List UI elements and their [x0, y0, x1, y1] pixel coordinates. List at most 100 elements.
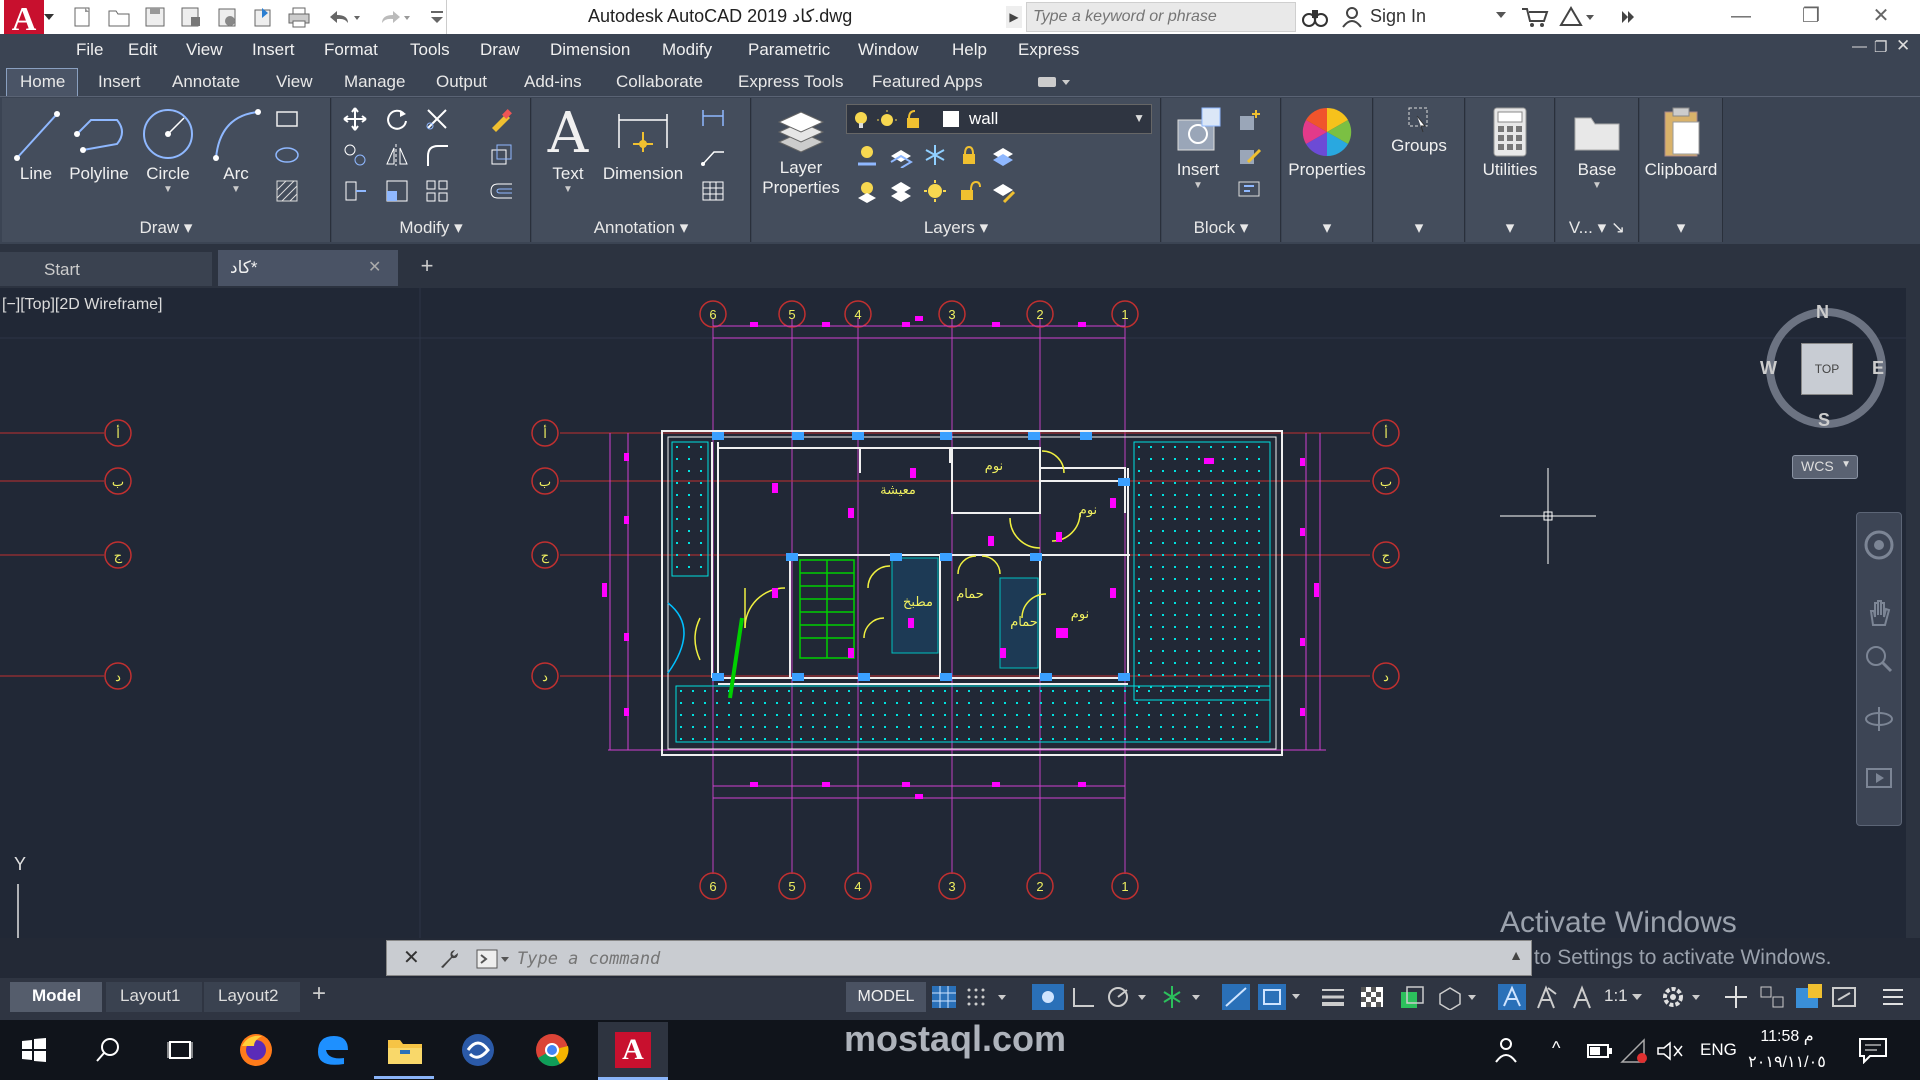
menu-modify[interactable]: Modify — [662, 40, 712, 60]
command-input[interactable] — [515, 945, 1479, 973]
ribbon-state-icon[interactable] — [1036, 74, 1072, 95]
chevron-down-icon[interactable]: ▾ — [1374, 218, 1464, 238]
menu-view[interactable]: View — [186, 40, 223, 60]
attribute-icon[interactable] — [1236, 176, 1262, 202]
play-icon[interactable]: ▶ — [1006, 6, 1022, 28]
close-window-button[interactable]: ✕ — [1846, 0, 1916, 34]
menu-insert[interactable]: Insert — [252, 40, 295, 60]
infer-constraints-icon[interactable] — [1030, 982, 1066, 1017]
tab-view[interactable]: View — [276, 72, 313, 92]
workspace-gear-icon[interactable] — [1660, 984, 1708, 1015]
sign-in-link[interactable]: Sign In — [1370, 6, 1426, 27]
selection-cycling-icon[interactable] — [1398, 984, 1426, 1015]
menu-window[interactable]: Window — [858, 40, 918, 60]
layer-off-icon[interactable] — [854, 142, 880, 168]
fillet-icon[interactable] — [424, 142, 450, 168]
drawing-tab[interactable]: كاد* ✕ — [218, 250, 398, 286]
battery-icon[interactable] — [1586, 1042, 1614, 1065]
zoom-extents-icon[interactable] — [1863, 643, 1895, 675]
layout-tab-layout2[interactable]: Layout2 — [204, 982, 300, 1012]
polar-tracking-icon[interactable] — [1106, 984, 1154, 1015]
move-icon[interactable] — [342, 106, 368, 132]
explode-icon[interactable] — [488, 142, 514, 168]
chrome-icon[interactable] — [534, 1032, 570, 1073]
plot-icon[interactable] — [286, 4, 312, 30]
viewcube-top-face[interactable]: TOP — [1801, 343, 1853, 395]
auto-scale-icon[interactable] — [1532, 984, 1560, 1015]
insert-block-tool[interactable]: Insert ▼ — [1166, 104, 1230, 191]
lineweight-icon[interactable] — [1318, 984, 1348, 1015]
new-tab-button[interactable]: + — [412, 252, 442, 282]
layer-isolate-icon[interactable] — [888, 142, 914, 168]
network-icon[interactable] — [1620, 1038, 1648, 1069]
windows-start-icon[interactable] — [20, 1036, 48, 1069]
ellipse-icon[interactable] — [274, 142, 300, 168]
drawing-minimize-icon[interactable]: — — [1852, 38, 1867, 55]
input-language[interactable]: ENG — [1700, 1040, 1737, 1060]
autocad-taskbar-button[interactable]: A — [598, 1022, 668, 1080]
arc-tool[interactable]: Arc ▼ — [206, 104, 266, 195]
cart-icon[interactable] — [1520, 5, 1550, 34]
new-file-icon[interactable] — [70, 4, 96, 30]
layer-match-icon[interactable] — [990, 178, 1016, 204]
volume-muted-icon[interactable] — [1656, 1040, 1684, 1067]
compass-south[interactable]: S — [1818, 410, 1830, 431]
hatch-icon[interactable] — [274, 178, 300, 204]
start-tab[interactable]: Start — [0, 252, 212, 286]
annotation-scale-value[interactable]: 1:1 — [1604, 986, 1628, 1006]
clipboard-tool[interactable]: Clipboard — [1640, 104, 1722, 180]
rectangle-icon[interactable] — [274, 106, 300, 132]
annotation-scale-icon[interactable] — [1568, 984, 1596, 1015]
chevron-down-icon[interactable]: ▼ — [136, 184, 200, 195]
leader-icon[interactable] — [700, 142, 726, 168]
properties-tool[interactable]: Properties — [1282, 104, 1372, 180]
menu-format[interactable]: Format — [324, 40, 378, 60]
restore-window-button[interactable]: ❐ — [1776, 0, 1846, 34]
ortho-mode-icon[interactable] — [1070, 984, 1098, 1015]
layers-panel-title[interactable]: Layers ▾ — [752, 218, 1160, 238]
orbit-icon[interactable] — [1863, 703, 1895, 735]
linear-dimension-icon[interactable] — [700, 106, 726, 132]
tab-output[interactable]: Output — [436, 72, 487, 92]
drawing-close-icon[interactable]: ✕ — [1896, 36, 1910, 56]
steering-wheel-icon[interactable] — [1863, 529, 1895, 561]
tab-home[interactable]: Home — [20, 72, 65, 92]
chevron-down-icon[interactable]: ▾ — [1282, 218, 1372, 238]
edge-icon[interactable] — [314, 1032, 350, 1073]
close-command-line-icon[interactable]: ✕ — [403, 945, 420, 970]
quick-properties-icon[interactable] — [1794, 982, 1824, 1017]
action-center-icon[interactable] — [1858, 1036, 1888, 1069]
close-tab-icon[interactable]: ✕ — [368, 257, 381, 277]
chevron-down-icon[interactable]: ▾ — [1640, 218, 1722, 238]
chevron-down-icon[interactable] — [1496, 12, 1506, 18]
compass-west[interactable]: W — [1760, 358, 1777, 379]
command-history-arrow-icon[interactable]: ▲ — [1509, 947, 1523, 963]
annotation-visibility-icon[interactable] — [1496, 982, 1528, 1017]
layer-properties-tool[interactable]: Layer Properties — [756, 102, 846, 198]
edit-block-icon[interactable] — [1236, 142, 1262, 168]
chevron-down-icon[interactable] — [1632, 994, 1642, 1000]
chevron-down-icon[interactable]: ▼ — [206, 184, 266, 195]
clean-screen-icon[interactable] — [1830, 984, 1858, 1015]
search-icon[interactable] — [94, 1036, 122, 1069]
layer-freeze-icon[interactable] — [922, 142, 948, 168]
customization-menu-icon[interactable] — [1880, 984, 1906, 1015]
chevron-down-icon[interactable]: ▼ — [1166, 180, 1230, 191]
isodraft-icon[interactable] — [1160, 984, 1208, 1015]
menu-tools[interactable]: Tools — [410, 40, 450, 60]
help-expand-icon[interactable] — [1616, 6, 1640, 33]
layer-unlock-icon[interactable] — [956, 178, 982, 204]
redo-icon[interactable] — [374, 4, 414, 30]
layer-on-icon[interactable] — [854, 178, 880, 204]
menu-parametric[interactable]: Parametric — [748, 40, 830, 60]
model-space-toggle[interactable]: MODEL — [846, 982, 926, 1012]
customize-wrench-icon[interactable] — [437, 947, 461, 971]
menu-file[interactable]: File — [76, 40, 103, 60]
showmotion-icon[interactable] — [1863, 761, 1895, 793]
binoculars-icon[interactable] — [1302, 5, 1328, 34]
layer-dropdown[interactable]: wall ▼ — [846, 104, 1152, 134]
layout-tab-layout1[interactable]: Layout1 — [106, 982, 202, 1012]
autodesk-app-icon[interactable] — [1558, 5, 1596, 34]
table-icon[interactable] — [700, 178, 726, 204]
layer-thaw-icon[interactable] — [922, 178, 948, 204]
